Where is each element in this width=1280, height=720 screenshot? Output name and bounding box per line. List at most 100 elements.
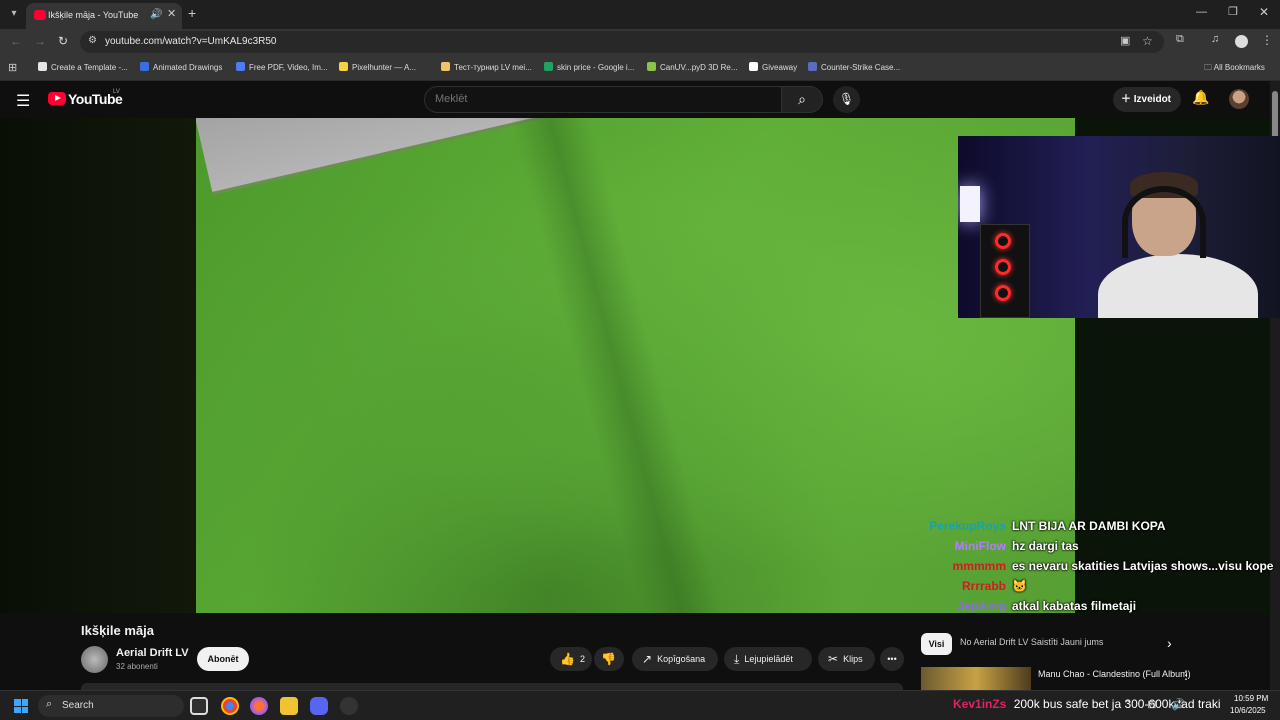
clock-time[interactable]: 10:59 PM [1234, 694, 1268, 703]
search-icon: ⌕ [46, 698, 53, 710]
more-actions-button[interactable]: ••• [880, 647, 904, 671]
thumbs-down-icon: 👎 [601, 652, 616, 666]
youtube-logo-icon[interactable] [48, 92, 66, 105]
bookmark-item[interactable]: Counter-Strike Case... [808, 62, 900, 72]
window-close-icon[interactable]: ✕ [1259, 5, 1269, 19]
account-avatar[interactable] [1229, 89, 1249, 109]
chat-username: mmmmm [952, 559, 1006, 573]
taskbar-search[interactable]: ⌕ Search [38, 695, 184, 717]
more-icon: ••• [887, 654, 897, 664]
create-button[interactable]: ＋ Izveidot [1113, 87, 1181, 112]
video-title: Ikšķile māja [81, 623, 154, 638]
description-box[interactable] [81, 683, 903, 690]
bookmark-favicon-icon [339, 62, 348, 71]
bookmark-item[interactable]: Giveaway [749, 62, 797, 72]
chat-message: PerekupRoys LNT BIJA AR DAMBI KOPA [900, 516, 1272, 536]
bookmark-item[interactable]: Free PDF, Video, Im... [236, 62, 328, 72]
search-button[interactable]: ⌕ [781, 86, 823, 113]
region-code: LV [113, 89, 120, 95]
watch-metadata: Ikšķile māja Aerial Drift LV 32 abonenti… [0, 613, 1270, 690]
subscriber-count: 32 abonenti [116, 662, 158, 671]
address-bar[interactable]: ⚙ youtube.com/watch?v=UmKAL9c3R50 ▣ ☆ [80, 31, 1164, 53]
chip-all[interactable]: Visi [921, 633, 952, 655]
search-input[interactable] [435, 93, 765, 105]
windows-start-icon[interactable] [14, 699, 28, 713]
chat-text: 🐱 [1012, 579, 1027, 593]
download-icon: ⤓ [734, 652, 740, 666]
video-frame-path [509, 118, 723, 613]
webcam-lamp [960, 186, 980, 222]
tab-audio-icon[interactable]: 🔊 [150, 9, 162, 20]
firefox-app-icon[interactable] [250, 697, 268, 715]
bookmark-favicon-icon [808, 62, 817, 71]
window-maximize-icon[interactable]: ❐ [1228, 5, 1238, 18]
bookmark-item[interactable]: skin price - Google i... [544, 62, 634, 72]
browser-menu-icon[interactable]: ⋮ [1261, 33, 1273, 47]
download-button[interactable]: ⤓ Lejupielādēt [724, 647, 812, 671]
forward-icon[interactable]: → [34, 34, 46, 48]
task-view-icon[interactable] [190, 697, 208, 715]
system-tray-icons[interactable]: ⌃ ⊡ 🔊 [1123, 698, 1191, 711]
apps-grid-icon[interactable]: ⊞ [8, 61, 17, 74]
subscribe-button[interactable]: Abonēt [197, 647, 249, 671]
clock-date[interactable]: 10/6/2025 [1230, 706, 1266, 715]
profile-avatar[interactable] [1235, 35, 1248, 48]
webcam-streamer [1098, 172, 1258, 318]
bookmark-item[interactable]: Animated Drawings [140, 62, 222, 72]
like-button[interactable]: 👍 2 [550, 647, 592, 671]
dislike-button[interactable]: 👎 [594, 647, 624, 671]
new-tab-icon[interactable]: + [188, 5, 196, 21]
thumbs-up-icon: 👍 [560, 652, 575, 666]
back-icon[interactable]: ← [10, 34, 22, 48]
all-bookmarks-folder[interactable]: 🗀 All Bookmarks [1204, 62, 1265, 76]
recommendation-thumbnail[interactable] [921, 667, 1031, 690]
chevron-right-icon[interactable]: › [1167, 635, 1172, 651]
active-tab[interactable]: Ikšķile māja - YouTube 🔊 ✕ [26, 3, 182, 29]
media-control-icon[interactable]: ♫ [1211, 33, 1219, 45]
reload-icon[interactable]: ↻ [58, 34, 68, 48]
youtube-header: ☰ YouTube LV ⌕ 🎙 ＋ Izveidot 🔔 [0, 81, 1270, 118]
tab-close-icon[interactable]: ✕ [167, 7, 176, 20]
share-button[interactable]: ↗ Kopīgošana [632, 647, 718, 671]
obs-app-icon[interactable] [340, 697, 358, 715]
notifications-bell-icon[interactable]: 🔔 [1192, 89, 1209, 106]
browser-toolbar: ← → ↻ ⚙ youtube.com/watch?v=UmKAL9c3R50 … [0, 29, 1280, 55]
search-box[interactable] [424, 86, 782, 113]
browser-tab-strip: ▾ Ikšķile māja - YouTube 🔊 ✕ + — ❐ ✕ [0, 0, 1280, 29]
recommendation-title[interactable]: Manu Chao - Clandestino (Full Album) [1038, 669, 1191, 679]
video-frame-road [196, 118, 720, 195]
bookmark-favicon-icon [236, 62, 245, 71]
recommendation-more-icon[interactable]: ⋮ [1180, 668, 1192, 682]
clip-button[interactable]: ✂ Klips [818, 647, 875, 671]
file-explorer-icon[interactable] [280, 697, 298, 715]
tab-search-icon[interactable]: ▾ [6, 6, 22, 22]
url-text[interactable]: youtube.com/watch?v=UmKAL9c3R50 [105, 36, 276, 47]
bookmark-item[interactable]: CanUV...pyD 3D Re... [647, 62, 738, 72]
bookmark-star-icon[interactable]: ☆ [1142, 34, 1153, 48]
share-icon: ↗ [642, 652, 653, 666]
window-minimize-icon[interactable]: — [1196, 6, 1207, 18]
menu-icon[interactable]: ☰ [16, 91, 30, 111]
bookmark-item[interactable]: Create a Template -... [38, 62, 128, 72]
chat-username: Rrrrabb [961, 579, 1006, 593]
player-side-band [0, 118, 196, 613]
extensions-icon[interactable]: ⧉ [1176, 33, 1184, 46]
cast-icon[interactable]: ▣ [1120, 34, 1130, 47]
channel-avatar[interactable] [81, 646, 108, 673]
chrome-app-icon[interactable] [221, 697, 239, 715]
windows-taskbar: ⌕ Search Kev1inZs 200k bus safe bet ja 3… [0, 690, 1280, 720]
chat-username: MiniFlow [954, 539, 1006, 553]
bookmark-favicon-icon [441, 62, 450, 71]
bookmark-item[interactable]: Pixelhunter — A... [339, 62, 416, 72]
recommendation-chips[interactable]: No Aerial Drift LV Saistīti Jauni jums [960, 637, 1103, 647]
bookmark-item[interactable]: Тест-турнир LV mei... [441, 62, 532, 72]
site-info-icon[interactable]: ⚙ [88, 35, 97, 46]
chat-message: Rrrrabb 🐱 [900, 576, 1272, 596]
plus-icon: ＋ [1121, 94, 1134, 105]
streamer-webcam-overlay [958, 136, 1280, 318]
bookmark-favicon-icon [140, 62, 149, 71]
discord-app-icon[interactable] [310, 697, 328, 715]
voice-search-icon[interactable]: 🎙 [833, 86, 860, 113]
bookmark-favicon-icon [647, 62, 656, 71]
channel-name[interactable]: Aerial Drift LV [116, 647, 189, 659]
